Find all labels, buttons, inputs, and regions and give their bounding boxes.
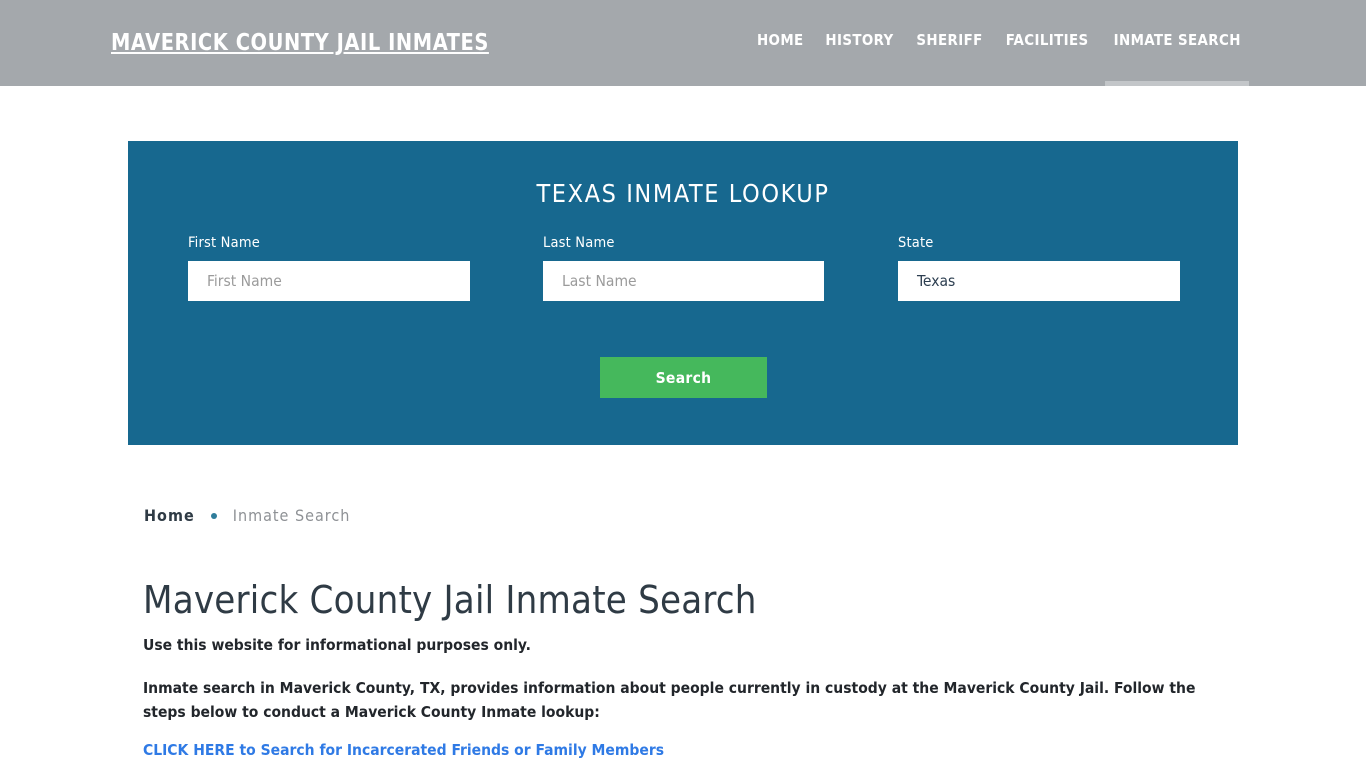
last-name-field-group: Last Name: [543, 235, 824, 301]
nav-item-inmate-search[interactable]: INMATE SEARCH: [1104, 31, 1250, 86]
state-label: State: [898, 235, 934, 251]
first-name-label: First Name: [188, 235, 260, 251]
state-select[interactable]: Texas: [898, 261, 1180, 301]
lookup-panel-heading: TEXAS INMATE LOOKUP: [536, 179, 830, 208]
site-header: MAVERICK COUNTY JAIL INMATES HOME HISTOR…: [0, 0, 1366, 86]
last-name-input[interactable]: [543, 261, 824, 301]
inmate-search-cta-link[interactable]: CLICK HERE to Search for Incarcerated Fr…: [143, 741, 664, 759]
intro-note: Use this website for informational purpo…: [143, 636, 531, 654]
search-button[interactable]: Search: [600, 357, 767, 398]
nav-item-sheriff[interactable]: SHERIFF: [907, 31, 992, 49]
last-name-label: Last Name: [543, 235, 615, 251]
breadcrumb-current: Inmate Search: [232, 506, 351, 525]
state-select-value: Texas: [917, 272, 956, 290]
site-title[interactable]: MAVERICK COUNTY JAIL INMATES: [111, 30, 489, 56]
page-title: Maverick County Jail Inmate Search: [143, 578, 757, 622]
breadcrumb: Home Inmate Search: [144, 506, 350, 525]
breadcrumb-separator-dot-icon: [210, 512, 217, 519]
first-name-field-group: First Name: [188, 235, 470, 301]
main-navigation: HOME HISTORY SHERIFF FACILITIES INMATE S…: [746, 31, 1253, 86]
nav-item-facilities[interactable]: FACILITIES: [996, 31, 1098, 49]
nav-item-home[interactable]: HOME: [747, 31, 813, 49]
breadcrumb-home[interactable]: Home: [144, 506, 195, 525]
inmate-lookup-panel: TEXAS INMATE LOOKUP First Name Last Name…: [128, 141, 1238, 445]
body-paragraph: Inmate search in Maverick County, TX, pr…: [143, 679, 1196, 721]
state-field-group: State Texas: [898, 235, 1180, 301]
first-name-input[interactable]: [188, 261, 470, 301]
nav-item-history[interactable]: HISTORY: [816, 31, 903, 49]
